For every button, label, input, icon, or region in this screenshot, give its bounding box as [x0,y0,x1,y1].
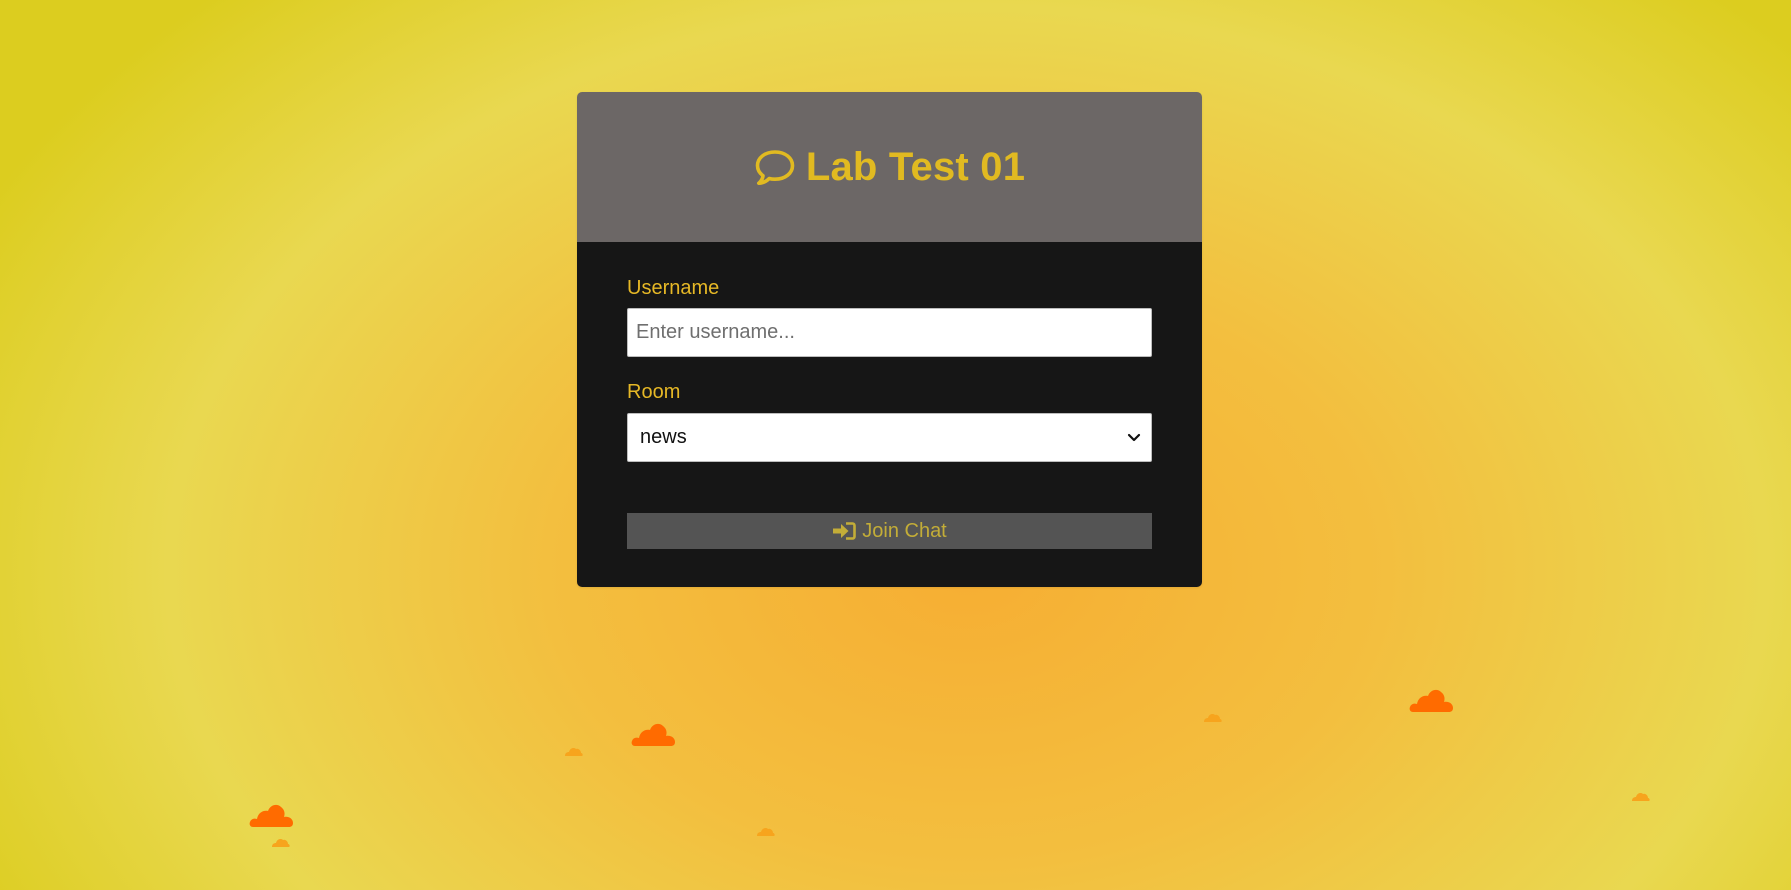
cloud-icon [1204,714,1222,722]
cloud-icon [631,723,675,746]
username-input[interactable] [627,308,1152,357]
room-label: Room [627,381,681,403]
username-label: Username [627,277,720,299]
join-chat-label: Join Chat [862,519,947,542]
page-title-group: Lab Test 01 [754,145,1025,190]
card-body: Username Room news Join Chat [577,242,1202,587]
room-select[interactable]: news [627,413,1152,462]
chat-bubble-icon [754,148,796,186]
chevron-down-icon [1127,433,1141,443]
sign-in-icon [832,521,857,541]
cloud-icon [1409,689,1453,712]
cloud-icon [757,828,775,836]
page-title: Lab Test 01 [805,144,1026,189]
cloud-icon [565,748,583,756]
cloud-icon [249,804,293,827]
cloud-icon [1632,793,1650,801]
cloud-icon [272,839,290,847]
login-card: Lab Test 01 Username Room news Join Chat [577,92,1202,587]
card-header: Lab Test 01 [577,92,1202,242]
room-select-value: news [640,426,687,448]
join-chat-button[interactable]: Join Chat [627,513,1152,549]
